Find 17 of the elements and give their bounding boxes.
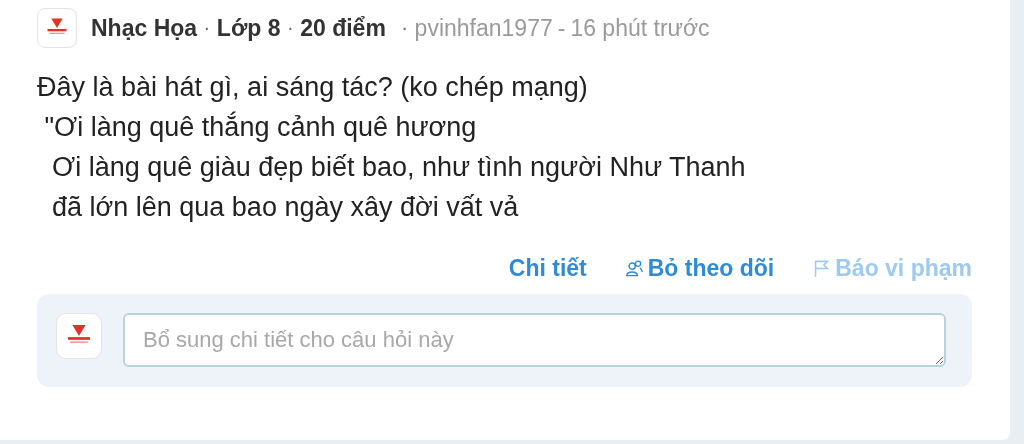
flag-icon <box>812 259 832 278</box>
avatar-logo-icon <box>37 8 77 48</box>
question-text: Đây là bài hát gì, ai sáng tác? (ko chép mạng) "Ơi làng quê thắng cảnh quê hương Ơi làng quê giàu đẹp biết bao, như tình người Như Thanh đã lớn lên qua bao ngày xây đời vất vả <box>37 71 746 224</box>
separator-dot: · <box>204 17 210 39</box>
post-time: 16 phút trước <box>570 14 710 42</box>
details-link[interactable]: Chi tiết <box>508 255 587 282</box>
separator-dot: · <box>287 17 294 39</box>
separator-dash: - <box>557 14 566 42</box>
author-name[interactable]: pvinhfan1977 <box>414 14 553 42</box>
points-label: 20 điểm <box>300 14 386 42</box>
subject-label: Nhạc Họa <box>91 14 198 42</box>
unfollow-link[interactable]: Bỏ theo dõi <box>624 255 775 282</box>
grade-label: Lớp 8 <box>216 14 281 42</box>
avatar-logo-icon <box>56 313 102 359</box>
comment-field[interactable]: Bổ sung chi tiết cho câu hỏi này <box>123 313 946 367</box>
people-icon <box>624 259 644 278</box>
separator-dot: · <box>401 17 408 39</box>
